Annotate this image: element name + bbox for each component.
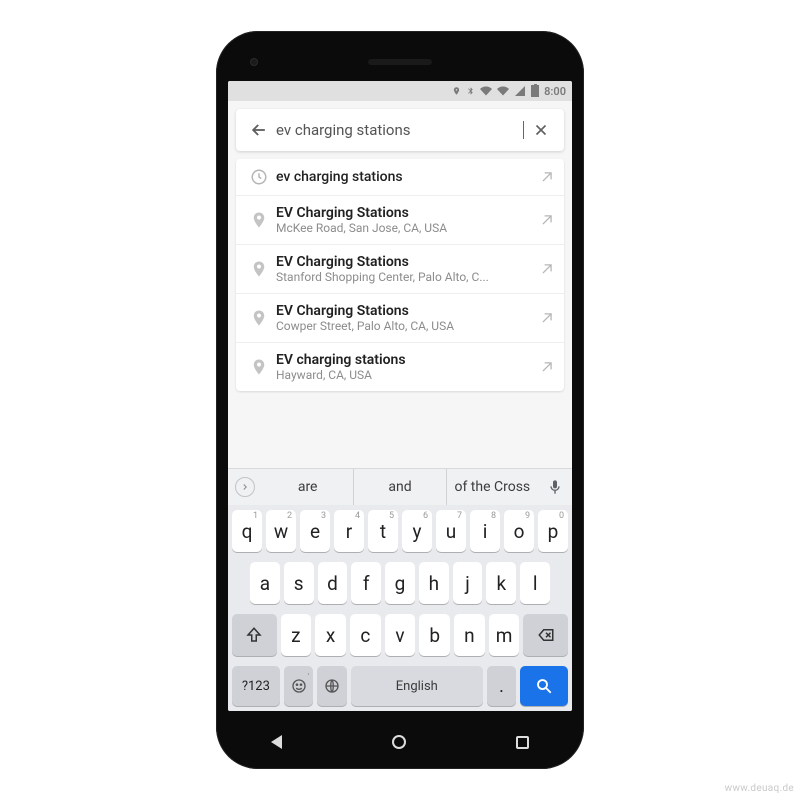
clear-icon[interactable] [524,121,558,139]
key-shift[interactable] [232,614,277,656]
backspace-icon [535,626,557,644]
key-period[interactable]: . [487,666,517,706]
suggestion-subtitle: Stanford Shopping Center, Palo Alto, C..… [276,270,534,284]
key-k[interactable]: k [486,562,516,604]
suggestion-title: EV Charging Stations [276,205,534,221]
earpiece [368,59,432,65]
emoji-icon [291,678,307,694]
nav-recents[interactable] [516,736,529,749]
key-f[interactable]: f [351,562,381,604]
key-m[interactable]: m [489,614,520,656]
key-y[interactable]: y6 [402,510,432,552]
battery-icon [531,85,539,97]
insert-arrow-icon[interactable] [534,311,554,325]
watermark: www.deuaq.de [725,783,794,794]
pin-icon [242,358,276,376]
key-e[interactable]: e3 [300,510,330,552]
expand-predictions[interactable] [228,477,262,497]
nav-back[interactable] [271,735,282,749]
key-l[interactable]: l [520,562,550,604]
history-icon [242,168,276,186]
key-search[interactable] [520,666,568,706]
prediction[interactable]: are [262,469,353,505]
prediction[interactable]: and [353,469,445,505]
key-r[interactable]: r4 [334,510,364,552]
pin-icon [242,260,276,278]
suggestion-place[interactable]: EV charging stations Hayward, CA, USA [236,342,564,391]
prediction[interactable]: of the Cross [446,469,538,505]
pin-icon [242,309,276,327]
nav-home[interactable] [392,735,406,749]
key-x[interactable]: x [315,614,346,656]
suggestion-title: EV Charging Stations [276,303,534,319]
key-d[interactable]: d [318,562,348,604]
key-p[interactable]: p0 [538,510,568,552]
suggestion-place[interactable]: EV Charging Stations Stanford Shopping C… [236,244,564,293]
key-language[interactable] [317,666,347,706]
key-g[interactable]: g [385,562,415,604]
key-z[interactable]: z [281,614,312,656]
search-icon [535,677,553,695]
mic-icon[interactable] [538,479,572,495]
status-clock: 8:00 [544,85,566,98]
suggestion-subtitle: Cowper Street, Palo Alto, CA, USA [276,319,534,333]
suggestion-subtitle: McKee Road, San Jose, CA, USA [276,221,534,235]
key-space[interactable]: English [351,666,483,706]
pin-icon [242,211,276,229]
insert-arrow-icon[interactable] [534,170,554,184]
key-row-1: q1 w2 e3 r4 t5 y6 u7 i8 o9 p0 [228,505,572,557]
key-i[interactable]: i8 [470,510,500,552]
phone-frame: 8:00 ev charging stations ev charging st… [216,31,584,769]
suggestion-title: EV charging stations [276,352,534,368]
globe-icon [324,678,340,694]
key-q[interactable]: q1 [232,510,262,552]
key-c[interactable]: c [350,614,381,656]
key-emoji[interactable]: , [284,666,314,706]
search-bar[interactable]: ev charging stations [236,109,564,151]
key-j[interactable]: j [453,562,483,604]
suggestions-list: ev charging stations EV Charging Station… [236,159,564,391]
insert-arrow-icon[interactable] [534,360,554,374]
key-b[interactable]: b [419,614,450,656]
suggestion-subtitle: Hayward, CA, USA [276,368,534,382]
screen: 8:00 ev charging stations ev charging st… [228,81,572,711]
location-icon [452,85,461,97]
back-icon[interactable] [242,120,276,140]
key-s[interactable]: s [284,562,314,604]
key-row-2: a s d f g h j k l [228,557,572,609]
key-symbols[interactable]: ?123 [232,666,280,706]
android-nav-bar [216,735,584,749]
shift-icon [245,626,263,644]
key-w[interactable]: w2 [266,510,296,552]
key-row-3: z x c v b n m [228,609,572,661]
key-o[interactable]: o9 [504,510,534,552]
status-bar: 8:00 [228,81,572,101]
key-backspace[interactable] [523,614,568,656]
key-row-4: ?123 , English . [228,661,572,711]
suggestion-title: EV Charging Stations [276,254,534,270]
suggestion-place[interactable]: EV Charging Stations McKee Road, San Jos… [236,195,564,244]
key-a[interactable]: a [250,562,280,604]
key-v[interactable]: v [385,614,416,656]
key-h[interactable]: h [419,562,449,604]
bluetooth-icon [466,85,475,97]
insert-arrow-icon[interactable] [534,213,554,227]
key-n[interactable]: n [454,614,485,656]
front-camera [250,58,258,66]
key-t[interactable]: t5 [368,510,398,552]
cell-signal-icon [514,85,526,97]
suggestion-place[interactable]: EV Charging Stations Cowper Street, Palo… [236,293,564,342]
key-u[interactable]: u7 [436,510,466,552]
prediction-row: are and of the Cross [228,469,572,505]
suggestion-history[interactable]: ev charging stations [236,159,564,195]
suggestion-title: ev charging stations [276,169,534,185]
wifi-icon [497,85,509,97]
insert-arrow-icon[interactable] [534,262,554,276]
search-input[interactable]: ev charging stations [276,121,524,139]
wifi-alert-icon [480,85,492,97]
keyboard: are and of the Cross q1 w2 e3 r4 t5 y6 u… [228,468,572,711]
